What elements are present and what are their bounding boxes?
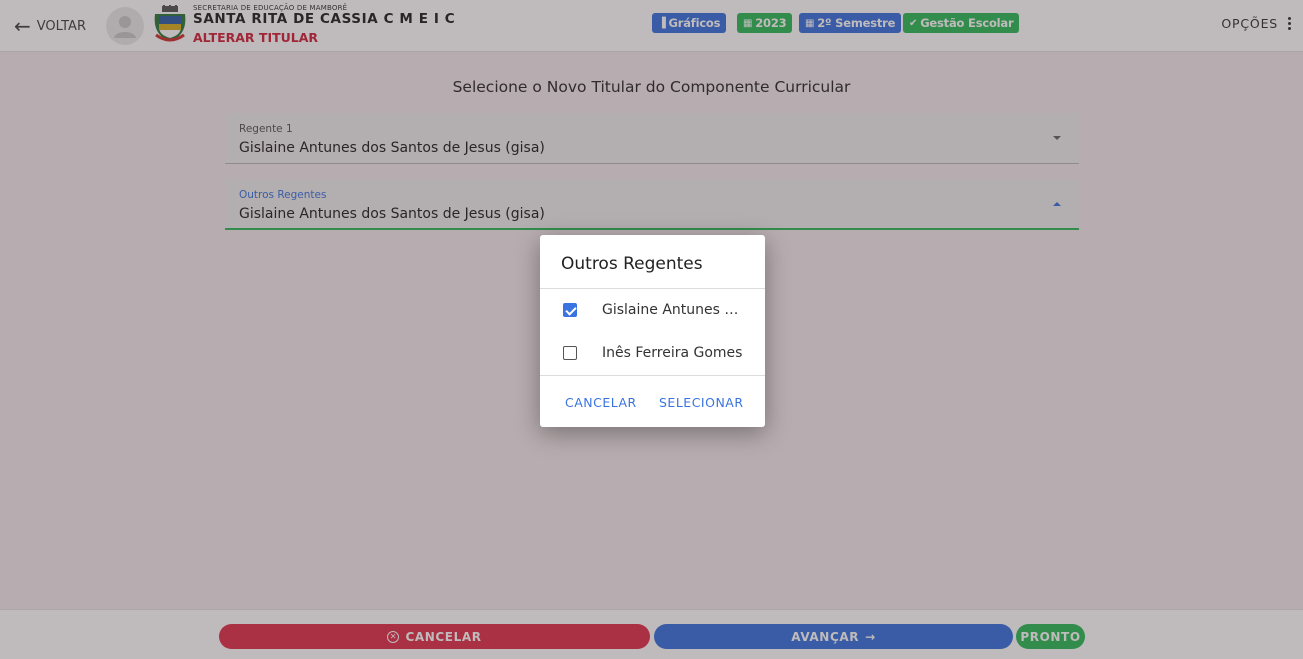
checkbox-unchecked[interactable] [563,346,577,360]
divider [540,288,765,289]
checkbox-checked[interactable] [563,303,577,317]
dialog-cancel-button[interactable]: CANCELAR [565,395,637,410]
dialog-option-label: Gislaine Antunes dos Santos de Jesus (gi… [602,302,745,318]
dialog-title: Outros Regentes [561,254,703,274]
dialog-select-button[interactable]: SELECIONAR [659,395,744,410]
divider [540,375,765,376]
dialog-option-label: Inês Ferreira Gomes [602,345,743,361]
outros-regentes-dialog: Outros Regentes Gislaine Antunes dos San… [540,235,765,427]
dialog-option[interactable]: Inês Ferreira Gomes [540,333,765,373]
dialog-option[interactable]: Gislaine Antunes dos Santos de Jesus (gi… [540,290,765,330]
